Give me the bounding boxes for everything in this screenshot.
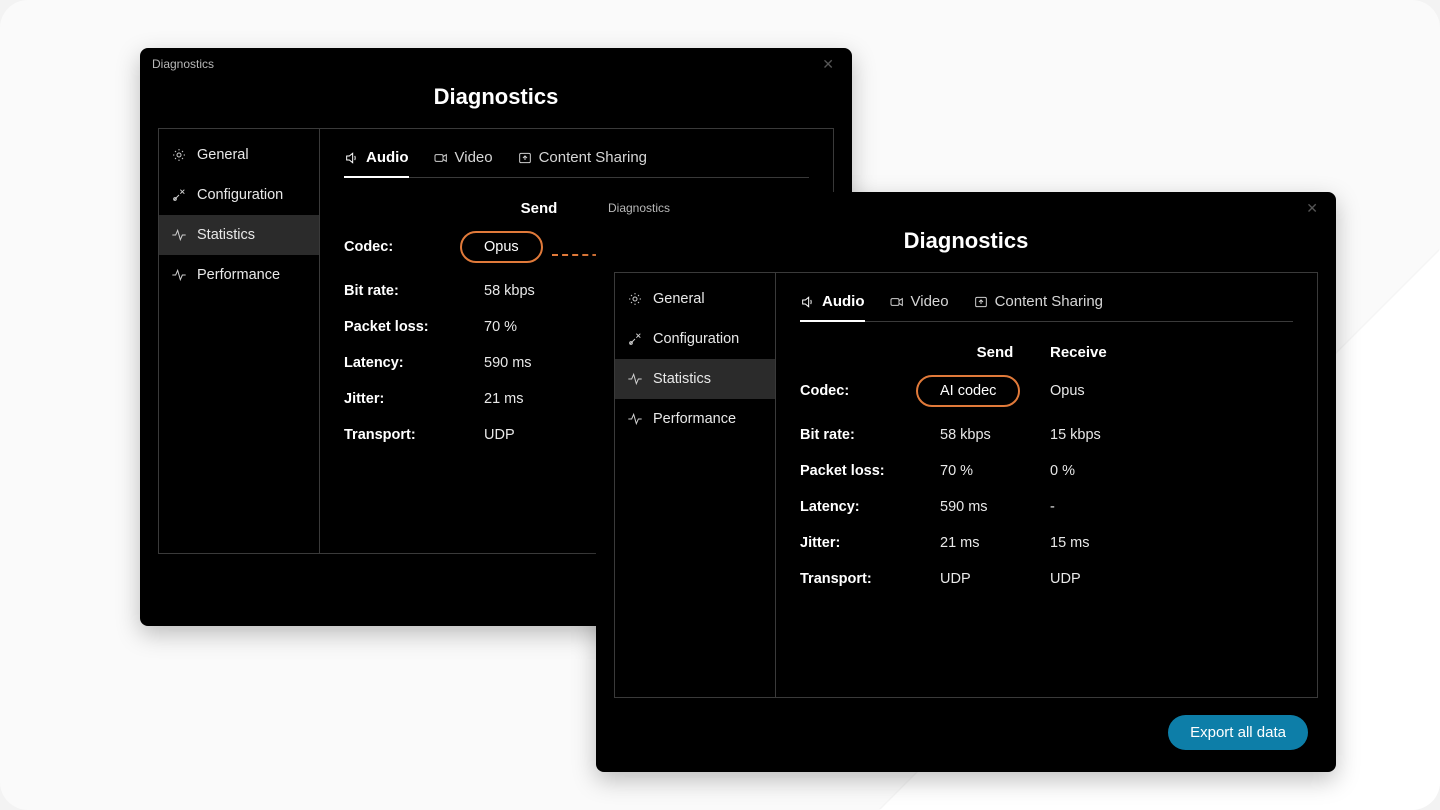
stat-key: Latency: [800,499,940,515]
gear-icon [171,147,187,163]
activity-icon [171,227,187,243]
stat-value: 70 % [940,463,1050,479]
tab-audio[interactable]: Audio [800,293,865,322]
stat-value: UDP [1050,571,1160,587]
window-title: Diagnostics [152,57,214,71]
stat-value: 590 ms [940,499,1050,515]
sidebar-item-label: General [653,291,705,307]
tab-label: Audio [366,149,409,166]
page-title: Diagnostics [140,84,852,110]
gear-icon [627,291,643,307]
tools-icon [171,187,187,203]
tools-icon [627,331,643,347]
sidebar-item-statistics[interactable]: Statistics [615,359,775,399]
export-all-data-button[interactable]: Export all data [1168,715,1308,750]
stat-value: 58 kbps [484,283,594,299]
codec-pill: AI codec [916,375,1020,407]
stat-value: 0 % [1050,463,1160,479]
stat-key: Transport: [800,571,940,587]
tab-label: Content Sharing [539,149,647,166]
page-title: Diagnostics [596,228,1336,254]
tab-bar: Audio Video Content Sharing [800,293,1293,322]
content-frame: General Configuration Statistics [614,272,1318,698]
stat-key: Bit rate: [344,283,484,299]
col-send: Send [484,200,594,217]
sidebar-item-general[interactable]: General [615,279,775,319]
row-transport: Transport: UDP UDP [800,571,1293,587]
stat-value: 15 kbps [1050,427,1160,443]
stats-table: . Send Receive Codec: AI codec Opus Bit … [800,344,1293,587]
activity-icon [627,411,643,427]
diagnostics-window-2: Diagnostics ✕ Diagnostics General Config… [596,192,1336,772]
activity-icon [627,371,643,387]
tab-label: Content Sharing [995,293,1103,310]
stat-key: Jitter: [800,535,940,551]
sidebar: General Configuration Statistics [159,129,320,553]
stat-value: 21 ms [940,535,1050,551]
close-icon[interactable]: ✕ [1300,198,1324,219]
stat-value: 21 ms [484,391,594,407]
stat-key: Bit rate: [800,427,940,443]
stat-key: Packet loss: [344,319,484,335]
sidebar-item-label: Configuration [653,331,739,347]
sidebar-item-label: Performance [653,411,736,427]
sidebar-item-configuration[interactable]: Configuration [615,319,775,359]
stat-value: 590 ms [484,355,594,371]
sidebar-item-label: Statistics [653,371,711,387]
codec-pill: Opus [460,231,543,263]
stat-key: Packet loss: [800,463,940,479]
sidebar-item-label: Statistics [197,227,255,243]
stat-value: UDP [940,571,1050,587]
tab-video[interactable]: Video [433,149,493,178]
stat-value: - [1050,499,1160,515]
share-icon [517,150,533,166]
titlebar: Diagnostics ✕ [140,48,852,80]
camera-icon [433,150,449,166]
row-codec: Codec: AI codec Opus [800,375,1293,407]
tab-label: Video [455,149,493,166]
tab-video[interactable]: Video [889,293,949,322]
camera-icon [889,294,905,310]
sidebar: General Configuration Statistics [615,273,776,697]
sidebar-item-performance[interactable]: Performance [159,255,319,295]
stat-key: Jitter: [344,391,484,407]
row-packet-loss: Packet loss: 70 % 0 % [800,463,1293,479]
stat-value: 70 % [484,319,594,335]
close-icon[interactable]: ✕ [816,54,840,75]
tab-label: Video [911,293,949,310]
sidebar-item-label: General [197,147,249,163]
sidebar-item-statistics[interactable]: Statistics [159,215,319,255]
row-latency: Latency: 590 ms - [800,499,1293,515]
stat-key: Latency: [344,355,484,371]
sidebar-item-label: Performance [197,267,280,283]
sidebar-item-performance[interactable]: Performance [615,399,775,439]
stat-key: Transport: [344,427,484,443]
speaker-icon [800,294,816,310]
row-bitrate: Bit rate: 58 kbps 15 kbps [800,427,1293,443]
speaker-icon [344,150,360,166]
stat-value: UDP [484,427,594,443]
sidebar-item-general[interactable]: General [159,135,319,175]
activity-icon [171,267,187,283]
titlebar: Diagnostics ✕ [596,192,1336,224]
content-pane: Audio Video Content Sharing . Send [776,273,1317,697]
stat-value: 15 ms [1050,535,1160,551]
row-jitter: Jitter: 21 ms 15 ms [800,535,1293,551]
sidebar-item-label: Configuration [197,187,283,203]
col-receive: Receive [1050,344,1160,361]
stat-value: Opus [1050,383,1160,399]
tab-bar: Audio Video Content Sharing [344,149,809,178]
sidebar-item-configuration[interactable]: Configuration [159,175,319,215]
tab-content-sharing[interactable]: Content Sharing [973,293,1103,322]
tab-label: Audio [822,293,865,310]
window-title: Diagnostics [608,201,670,215]
col-send: Send [940,344,1050,361]
stat-value: 58 kbps [940,427,1050,443]
tab-content-sharing[interactable]: Content Sharing [517,149,647,178]
share-icon [973,294,989,310]
tab-audio[interactable]: Audio [344,149,409,178]
